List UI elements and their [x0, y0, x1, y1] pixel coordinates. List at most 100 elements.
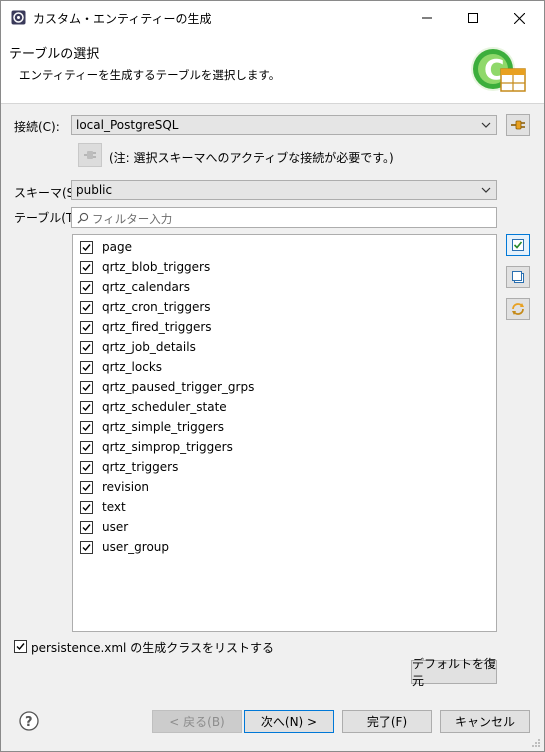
table-checkbox[interactable]	[80, 361, 93, 374]
list-classes-option[interactable]: persistence.xml の生成クラスをリストする	[14, 639, 314, 655]
checkmark-icon	[82, 264, 91, 272]
entity-class-wizard-icon: C	[471, 47, 526, 92]
checkmark-icon	[82, 284, 91, 292]
table-row[interactable]: qrtz_job_details	[80, 338, 480, 358]
eclipse-app-icon	[11, 10, 26, 25]
schema-value: public	[76, 183, 113, 197]
next-button[interactable]: 次へ(N) >	[244, 710, 334, 733]
table-row[interactable]: qrtz_paused_trigger_grps	[80, 378, 480, 398]
close-button[interactable]	[496, 1, 542, 35]
title-bar: カスタム・エンティティーの生成	[1, 1, 544, 35]
table-row[interactable]: user	[80, 518, 480, 538]
table-row[interactable]: qrtz_fired_triggers	[80, 318, 480, 338]
cancel-button[interactable]: キャンセル	[440, 710, 530, 733]
header-banner: テーブルの選択 エンティティーを生成するテーブルを選択します。 C	[1, 35, 544, 104]
table-checkbox[interactable]	[80, 381, 93, 394]
finish-button[interactable]: 完了(F)	[342, 710, 432, 733]
list-classes-checkbox[interactable]	[14, 640, 27, 653]
svg-text:?: ?	[25, 715, 33, 730]
connection-value: local_PostgreSQL	[76, 118, 179, 132]
table-checkbox[interactable]	[80, 241, 93, 254]
checkmark-icon	[82, 484, 91, 492]
table-row[interactable]: qrtz_cron_triggers	[80, 298, 480, 318]
table-name: qrtz_blob_triggers	[102, 260, 211, 274]
page-description: エンティティーを生成するテーブルを選択します。	[19, 68, 281, 82]
table-checkbox[interactable]	[80, 321, 93, 334]
table-row[interactable]: qrtz_triggers	[80, 458, 480, 478]
checkmark-icon	[82, 544, 91, 552]
table-checkbox[interactable]	[80, 401, 93, 414]
minimize-button[interactable]	[404, 1, 450, 35]
table-row[interactable]: user_group	[80, 538, 480, 558]
table-row[interactable]: qrtz_simprop_triggers	[80, 438, 480, 458]
checkmark-icon	[82, 504, 91, 512]
page-title: テーブルの選択	[9, 47, 100, 62]
maximize-button[interactable]	[450, 1, 496, 35]
connect-button[interactable]	[506, 114, 530, 136]
dialog-window: カスタム・エンティティーの生成 テーブルの選択 エンティティーを生成するテーブル…	[0, 0, 545, 752]
schema-select[interactable]: public	[71, 180, 497, 200]
table-row[interactable]: revision	[80, 478, 480, 498]
table-row[interactable]: text	[80, 498, 480, 518]
table-checkbox[interactable]	[80, 521, 93, 534]
table-name: qrtz_scheduler_state	[102, 400, 227, 414]
select-all-button[interactable]	[506, 234, 530, 256]
table-name: revision	[102, 480, 150, 494]
table-checkbox[interactable]	[80, 501, 93, 514]
table-row[interactable]: qrtz_blob_triggers	[80, 258, 480, 278]
help-icon[interactable]: ?	[19, 711, 39, 731]
table-checkbox[interactable]	[80, 341, 93, 354]
table-row[interactable]: qrtz_calendars	[80, 278, 480, 298]
chevron-down-icon	[481, 187, 491, 193]
table-checkbox[interactable]	[80, 301, 93, 314]
deselect-all-button[interactable]	[506, 266, 530, 288]
plug-disabled-icon	[84, 151, 96, 159]
resize-grip-icon[interactable]	[531, 738, 541, 748]
table-row[interactable]: qrtz_scheduler_state	[80, 398, 480, 418]
table-name: qrtz_simple_triggers	[102, 420, 224, 434]
table-filter-input[interactable]: フィルター入力	[71, 207, 497, 228]
connection-label: 接続(C):	[14, 120, 60, 134]
reconnect-button[interactable]	[78, 143, 102, 167]
table-name: user_group	[102, 540, 170, 554]
table-checkbox[interactable]	[80, 541, 93, 554]
table-row[interactable]: qrtz_locks	[80, 358, 480, 378]
maximize-icon	[468, 13, 478, 23]
window-title: カスタム・エンティティーの生成	[33, 12, 212, 26]
checkmark-icon	[82, 404, 91, 412]
table-name: qrtz_simprop_triggers	[102, 440, 233, 454]
table-checkbox[interactable]	[80, 421, 93, 434]
check-all-icon	[512, 239, 524, 251]
table-list: page qrtz_blob_triggers qrtz_calendarsqrtz…	[72, 234, 497, 632]
table-checkbox[interactable]	[80, 441, 93, 454]
filter-placeholder: フィルター入力	[92, 212, 173, 226]
table-checkbox[interactable]	[80, 261, 93, 274]
table-name: qrtz_paused_trigger_grps	[102, 380, 255, 394]
connection-select[interactable]: local_PostgreSQL	[71, 115, 497, 135]
checkmark-icon	[82, 244, 91, 252]
table-checkbox[interactable]	[80, 481, 93, 494]
chevron-down-icon	[481, 122, 491, 128]
refresh-tables-button[interactable]	[506, 298, 530, 320]
table-name: qrtz_locks	[102, 360, 163, 374]
plug-connect-icon	[511, 120, 525, 130]
table-name: qrtz_calendars	[102, 280, 190, 294]
minimize-icon	[422, 17, 432, 19]
search-icon	[77, 212, 89, 224]
table-checkbox[interactable]	[80, 461, 93, 474]
checkmark-icon	[82, 424, 91, 432]
sync-icon	[512, 303, 524, 315]
list-classes-label: persistence.xml の生成クラスをリストする	[31, 641, 274, 655]
checkmark-icon	[82, 324, 91, 332]
table-row[interactable]: page	[80, 238, 480, 258]
back-button[interactable]: < 戻る(B)	[152, 710, 242, 733]
checkmark-icon	[16, 643, 25, 651]
table-row[interactable]: qrtz_simple_triggers	[80, 418, 480, 438]
restore-defaults-button[interactable]: デフォルトを復元	[411, 657, 497, 688]
table-name: user	[102, 520, 129, 534]
table-name: qrtz_cron_triggers	[102, 300, 211, 314]
table-checkbox[interactable]	[80, 281, 93, 294]
connection-note: (注: 選択スキーマへのアクティブな接続が必要です。)	[109, 151, 394, 165]
uncheck-all-icon	[512, 271, 524, 283]
checkmark-icon	[82, 364, 91, 372]
